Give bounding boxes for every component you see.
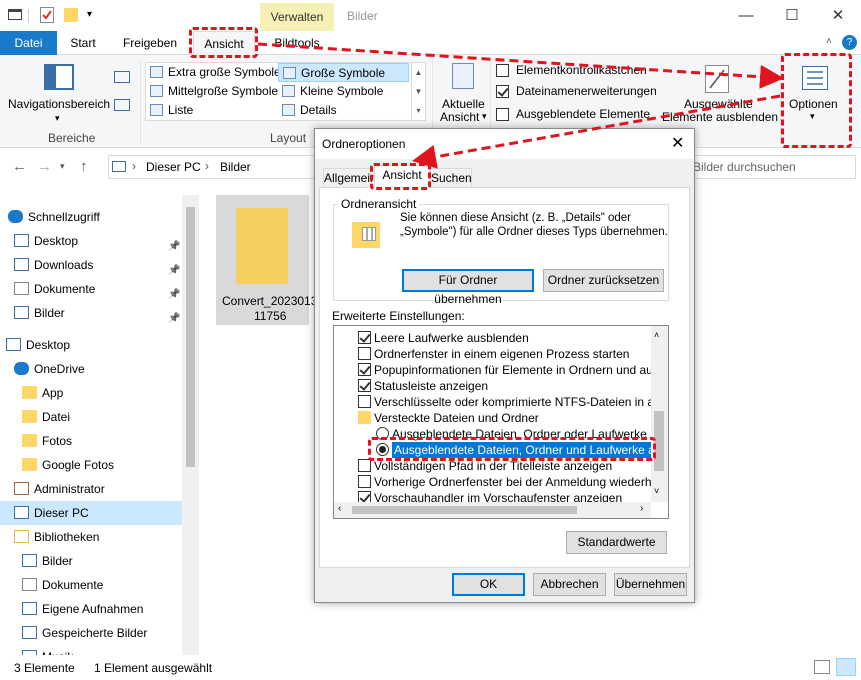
annotation-arrows xyxy=(257,42,784,169)
